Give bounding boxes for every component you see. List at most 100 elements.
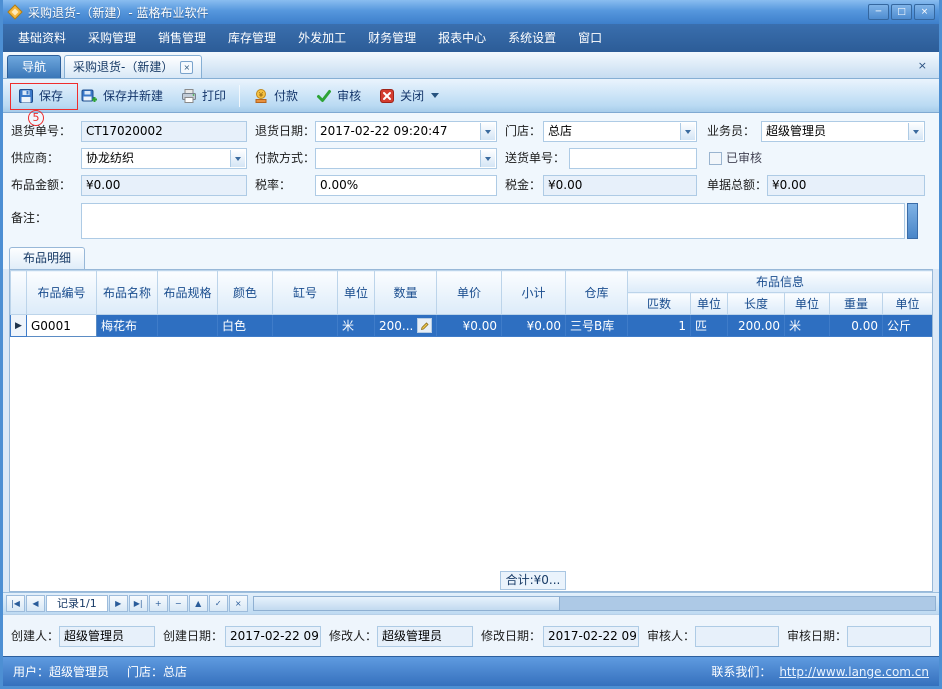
column-header-price[interactable]: 单价 [437,271,502,315]
grid-row[interactable]: ▶ G0001 梅花布 白色 米 200... [11,315,933,337]
column-header-code[interactable]: 布品编号 [27,271,97,315]
column-header-weight[interactable]: 重量 [830,293,883,315]
menu-item-base-data[interactable]: 基础资料 [7,24,77,52]
menu-item-system[interactable]: 系统设置 [497,24,567,52]
save-and-new-button[interactable]: 保存并新建 [72,83,172,108]
cell-color[interactable]: 白色 [218,315,273,337]
store-dropdown-icon[interactable] [680,123,695,140]
column-header-length[interactable]: 长度 [728,293,785,315]
cell-unit[interactable]: 米 [338,315,375,337]
cell-pieces[interactable]: 1 [628,315,691,337]
nav-cancel-icon[interactable]: × [229,595,248,612]
cell-name[interactable]: 梅花布 [97,315,158,337]
create-date-field[interactable]: 2017-02-22 09 [225,626,321,647]
nav-add-icon[interactable]: + [149,595,168,612]
supplier-dropdown-icon[interactable] [230,150,245,167]
menu-item-sales[interactable]: 销售管理 [147,24,217,52]
cell-weight-unit[interactable]: 公斤 [883,315,933,337]
nav-post-icon[interactable]: ✓ [209,595,228,612]
nav-first-icon[interactable]: |◀ [6,595,25,612]
column-header-weight-unit[interactable]: 单位 [883,293,933,315]
audit-button[interactable]: 审核 [307,83,370,108]
menu-item-outsourcing[interactable]: 外发加工 [287,24,357,52]
document-header-form: 退货单号： CT17020002 退货日期： 2017-02-22 09:20:… [3,113,939,245]
close-dropdown-icon[interactable] [431,93,439,98]
tax-field[interactable]: ¥0.00 [543,175,697,196]
website-link[interactable]: http://www.lange.com.cn [779,665,929,679]
save-and-new-icon [81,88,98,104]
doc-total-field[interactable]: ¥0.00 [767,175,925,196]
close-button[interactable]: × [914,4,935,20]
return-date-dropdown-icon[interactable] [480,123,495,140]
cell-price[interactable]: ¥0.00 [437,315,502,337]
cell-dye-lot[interactable] [273,315,338,337]
tax-rate-field[interactable]: 0.00% [315,175,497,196]
menubar: 基础资料 采购管理 销售管理 库存管理 外发加工 财务管理 报表中心 系统设置 … [3,24,939,52]
cell-spec[interactable] [158,315,218,337]
pay-button[interactable]: ¥ 付款 [244,83,307,108]
column-header-color[interactable]: 颜色 [218,271,273,315]
column-header-pieces-unit[interactable]: 单位 [691,293,728,315]
cell-subtotal[interactable]: ¥0.00 [502,315,566,337]
tab-close-icon[interactable]: × [180,61,193,74]
auditor-field[interactable] [695,626,779,647]
nav-edit-icon[interactable]: ▲ [189,595,208,612]
delivery-no-field[interactable] [569,148,697,169]
cell-warehouse[interactable]: 三号B库 [566,315,628,337]
fabric-amount-field[interactable]: ¥0.00 [81,175,247,196]
cell-length-unit[interactable]: 米 [785,315,830,337]
modify-date-field[interactable]: 2017-02-22 09 [543,626,639,647]
tab-purchase-return[interactable]: 采购退货-（新建） × [64,55,202,78]
tabstrip-close-icon[interactable]: × [910,59,935,72]
tab-fabric-detail[interactable]: 布品明细 [9,247,85,269]
payment-method-select[interactable] [315,148,497,169]
scrollbar-thumb[interactable] [254,597,561,610]
horizontal-scrollbar[interactable] [253,596,936,611]
edit-pencil-icon[interactable] [417,318,432,333]
menu-item-finance[interactable]: 财务管理 [357,24,427,52]
save-button[interactable]: 保存 [9,83,72,108]
tab-navigation[interactable]: 导航 [7,55,61,78]
audited-checkbox[interactable] [709,152,722,165]
remark-scrollbar[interactable] [907,203,918,239]
close-form-button[interactable]: 关闭 [370,83,448,108]
column-header-warehouse[interactable]: 仓库 [566,271,628,315]
menu-item-purchase[interactable]: 采购管理 [77,24,147,52]
column-header-qty[interactable]: 数量 [375,271,437,315]
remark-input[interactable] [81,203,905,239]
menu-item-inventory[interactable]: 库存管理 [217,24,287,52]
cell-code[interactable]: G0001 [27,315,97,337]
column-group-fabric-info: 布品信息 [628,271,933,293]
payment-method-dropdown-icon[interactable] [480,150,495,167]
supplier-select[interactable]: 协龙纺织 [81,148,247,169]
audit-date-field[interactable] [847,626,931,647]
salesman-dropdown-icon[interactable] [908,123,923,140]
maximize-button[interactable]: □ [891,4,912,20]
minimize-button[interactable]: ─ [868,4,889,20]
store-select[interactable]: 总店 [543,121,697,142]
print-button[interactable]: 打印 [172,83,235,108]
menu-item-reports[interactable]: 报表中心 [427,24,497,52]
return-date-field[interactable]: 2017-02-22 09:20:47 [315,121,497,142]
nav-prev-icon[interactable]: ◀ [26,595,45,612]
nav-delete-icon[interactable]: − [169,595,188,612]
cell-pieces-unit[interactable]: 匹 [691,315,728,337]
creator-field[interactable]: 超级管理员 [59,626,155,647]
column-header-name[interactable]: 布品名称 [97,271,158,315]
remark-label: 备注： [11,208,47,229]
column-header-unit[interactable]: 单位 [338,271,375,315]
cell-weight[interactable]: 0.00 [830,315,883,337]
return-no-field[interactable]: CT17020002 [81,121,247,142]
nav-last-icon[interactable]: ▶| [129,595,148,612]
salesman-select[interactable]: 超级管理员 [761,121,925,142]
column-header-length-unit[interactable]: 单位 [785,293,830,315]
modifier-field[interactable]: 超级管理员 [377,626,473,647]
column-header-pieces[interactable]: 匹数 [628,293,691,315]
column-header-spec[interactable]: 布品规格 [158,271,218,315]
cell-qty[interactable]: 200... [375,315,437,337]
nav-next-icon[interactable]: ▶ [109,595,128,612]
cell-length[interactable]: 200.00 [728,315,785,337]
column-header-subtotal[interactable]: 小计 [502,271,566,315]
column-header-dye-lot[interactable]: 缸号 [273,271,338,315]
menu-item-window[interactable]: 窗口 [567,24,613,52]
